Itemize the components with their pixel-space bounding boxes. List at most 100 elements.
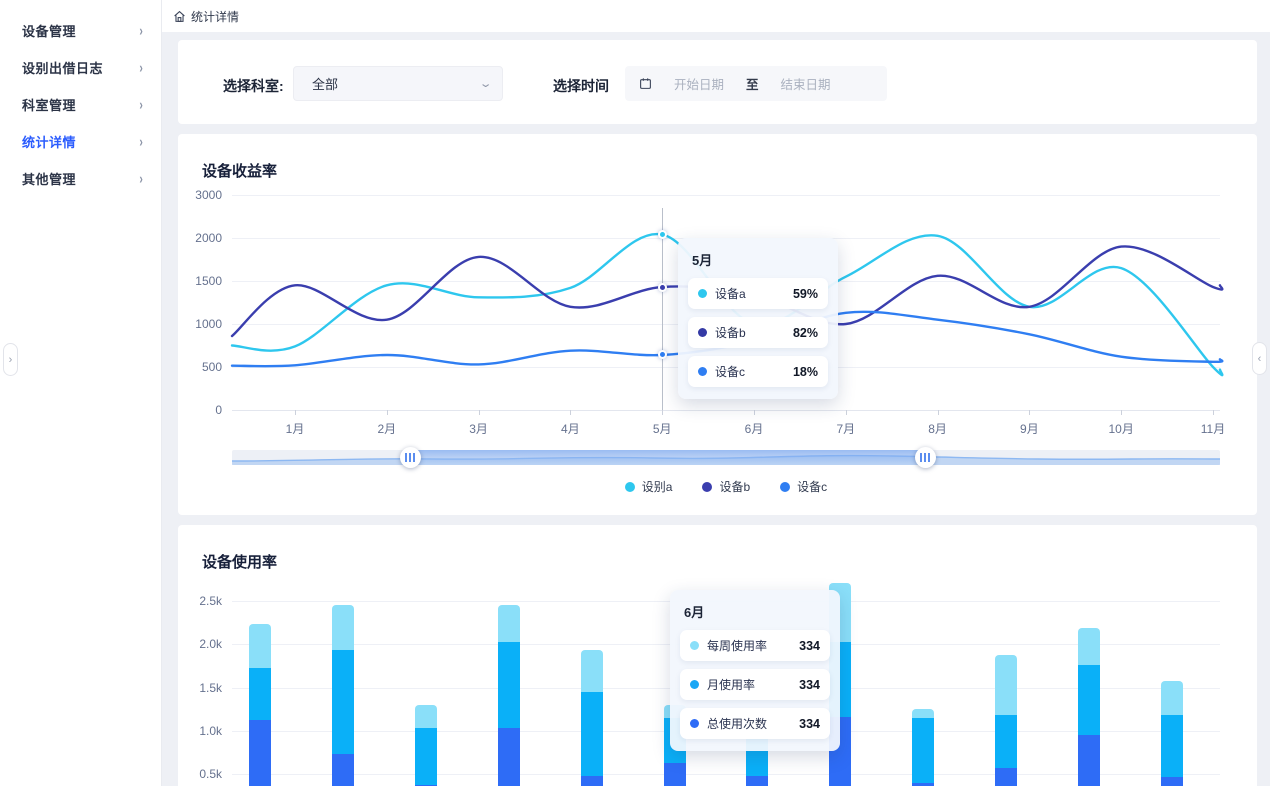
usage-chart-title: 设备使用率	[202, 551, 277, 572]
bar-segment-total	[1161, 777, 1183, 786]
y-axis-label: 1000	[182, 317, 222, 331]
x-axis-label: 10月	[1101, 420, 1141, 437]
y-axis-label: 2000	[182, 231, 222, 245]
datazoom-slider[interactable]	[232, 450, 1220, 465]
bar-segment-month	[415, 728, 437, 784]
bar-month-10[interactable]	[995, 655, 1017, 786]
datazoom-handle-right[interactable]	[915, 447, 936, 468]
bar-segment-total	[995, 768, 1017, 786]
date-to-label: 至	[746, 74, 759, 93]
dept-select[interactable]: 全部 ⌄	[293, 66, 503, 101]
x-axis-label: 4月	[550, 420, 590, 437]
datazoom-selected-range[interactable]	[410, 450, 925, 465]
tooltip-series-value: 82%	[793, 326, 818, 340]
x-axis-label: 8月	[918, 420, 958, 437]
page: 设备管理›设别出借日志›科室管理›统计详情›其他管理› 统计详情 选择科室: 全…	[0, 0, 1270, 786]
gridline	[232, 195, 1220, 196]
usage-chart-card: 设备使用率 2.5k2.0k1.5k1.0k0.5k6月每周使用率334月使用率…	[178, 525, 1257, 786]
datazoom-handle-left[interactable]	[400, 447, 421, 468]
y-axis-label: 2.5k	[182, 594, 222, 608]
revenue-chart-title: 设备收益率	[202, 160, 277, 181]
x-axis-tick	[387, 410, 388, 415]
bar-month-9[interactable]	[912, 709, 934, 786]
dept-select-value: 全部	[312, 74, 481, 93]
series-dot-icon	[698, 289, 707, 298]
bar-segment-week	[498, 605, 520, 641]
bar-month-11[interactable]	[1078, 628, 1100, 786]
legend-dot-icon	[702, 482, 712, 492]
hover-dot-设备b	[658, 283, 667, 292]
tooltip-series-name: 设备b	[715, 324, 793, 341]
sidebar-item-label: 设别出借日志	[22, 58, 139, 77]
sidebar-item-2[interactable]: 设别出借日志›	[0, 49, 161, 86]
breadcrumb-label: 统计详情	[191, 8, 239, 25]
bar-segment-week	[332, 605, 354, 650]
legend-item-设备b[interactable]: 设备b	[702, 478, 750, 495]
legend-item-设备c[interactable]: 设备c	[780, 478, 827, 495]
sidebar-item-1[interactable]: 设备管理›	[0, 12, 161, 49]
bar-month-12[interactable]	[1161, 681, 1183, 786]
x-axis-tick	[754, 410, 755, 415]
bar-segment-month	[249, 668, 271, 720]
time-filter-label: 选择时间	[553, 76, 609, 96]
filter-card: 选择科室: 全部 ⌄ 选择时间 开始日期 至 结束日期	[178, 40, 1257, 124]
bar-month-5[interactable]	[581, 650, 603, 786]
series-dot-icon	[690, 719, 699, 728]
x-axis-label: 7月	[826, 420, 866, 437]
bar-segment-total	[498, 728, 520, 786]
tooltip-series-value: 334	[799, 717, 820, 731]
sidebar-item-label: 设备管理	[22, 21, 139, 40]
x-axis-tick	[1213, 410, 1214, 415]
x-axis-label: 1月	[275, 420, 315, 437]
y-axis-label: 0.5k	[182, 767, 222, 781]
x-axis-tick	[479, 410, 480, 415]
dept-filter-label: 选择科室:	[223, 76, 284, 96]
legend-item-设别a[interactable]: 设别a	[625, 478, 673, 495]
sidebar-item-label: 其他管理	[22, 169, 139, 188]
bar-month-1[interactable]	[249, 624, 271, 786]
gridline	[232, 410, 1220, 411]
bar-segment-month	[332, 650, 354, 754]
chevron-right-icon: ›	[139, 22, 142, 39]
bar-segment-total	[746, 776, 768, 786]
hover-dot-设备a	[658, 230, 667, 239]
bar-segment-week	[1078, 628, 1100, 665]
breadcrumb[interactable]: 统计详情	[173, 8, 239, 25]
series-dot-icon	[690, 641, 699, 650]
chevron-right-icon: ›	[139, 133, 142, 150]
panel-collapse-button[interactable]: ‹	[1252, 342, 1267, 375]
legend-label: 设别a	[642, 478, 673, 495]
series-dot-icon	[698, 367, 707, 376]
y-axis-label: 1.0k	[182, 724, 222, 738]
sidebar-expand-button[interactable]: ›	[3, 343, 18, 376]
x-axis-tick	[1029, 410, 1030, 415]
sidebar-item-3[interactable]: 科室管理›	[0, 86, 161, 123]
x-axis-label: 3月	[459, 420, 499, 437]
chevron-right-icon: ›	[139, 170, 142, 187]
start-date-placeholder[interactable]: 开始日期	[674, 74, 724, 93]
legend-label: 设备c	[797, 478, 827, 495]
sidebar-item-label: 统计详情	[22, 132, 139, 151]
sidebar-item-5[interactable]: 其他管理›	[0, 160, 161, 197]
date-range-picker[interactable]: 开始日期 至 结束日期	[625, 66, 887, 101]
end-date-placeholder[interactable]: 结束日期	[781, 74, 831, 93]
bar-segment-month	[1161, 715, 1183, 777]
y-axis-label: 0	[182, 403, 222, 417]
bar-month-2[interactable]	[332, 605, 354, 786]
bar-segment-week	[995, 655, 1017, 715]
home-icon	[173, 10, 186, 23]
bar-month-3[interactable]	[415, 705, 437, 786]
revenue-chart-card: 设备收益率 300020001500100050001月2月3月4月5月6月7月…	[178, 134, 1257, 515]
bar-month-4[interactable]	[498, 605, 520, 786]
legend-dot-icon	[625, 482, 635, 492]
bar-segment-month	[498, 642, 520, 729]
tooltip-row: 每周使用率334	[680, 630, 830, 661]
tooltip-series-name: 设备a	[715, 285, 793, 302]
x-axis-label: 6月	[734, 420, 774, 437]
chart-legend: 设别a 设备b 设备c	[232, 478, 1220, 495]
y-axis-label: 3000	[182, 188, 222, 202]
tooltip-row: 设备b82%	[688, 317, 828, 348]
x-axis-tick	[662, 410, 663, 415]
sidebar-item-4[interactable]: 统计详情›	[0, 123, 161, 160]
series-dot-icon	[690, 680, 699, 689]
